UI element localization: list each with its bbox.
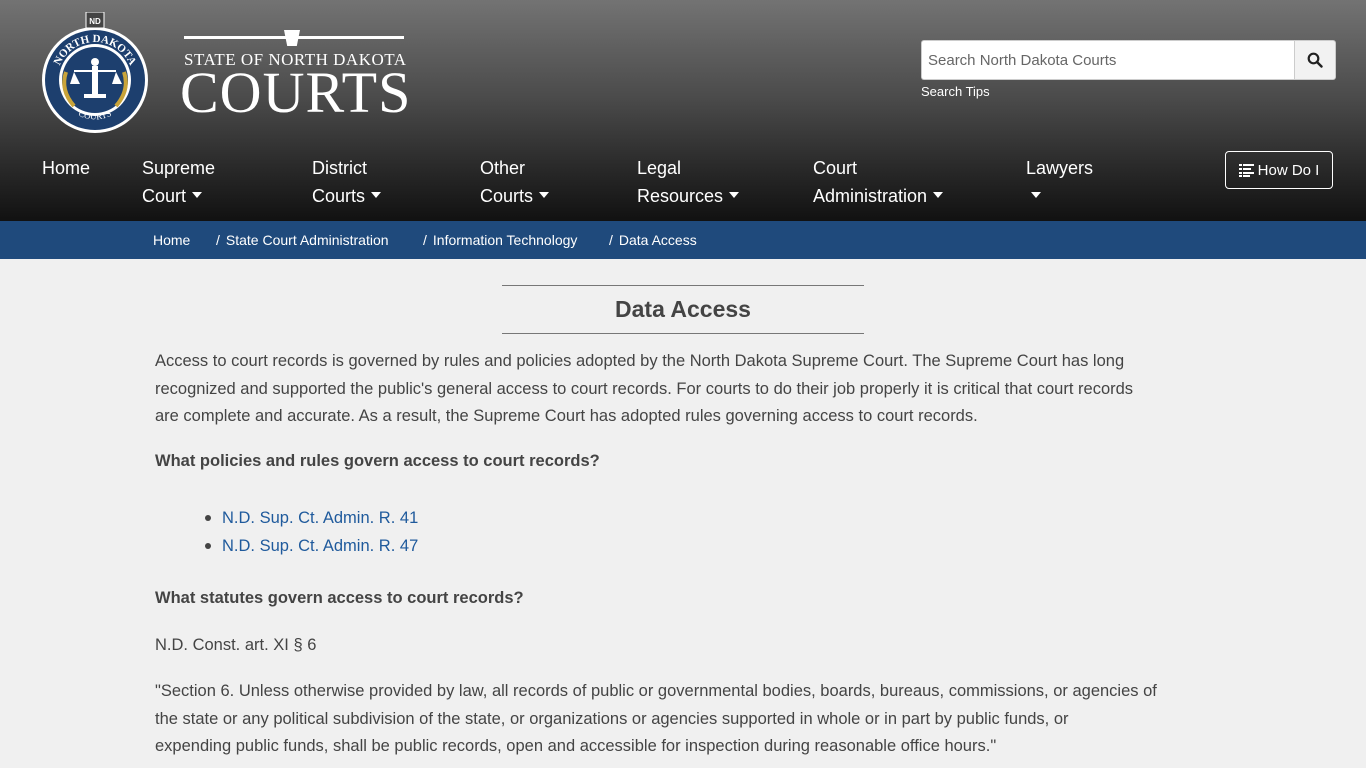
- nav-other-courts[interactable]: Other Courts: [480, 154, 550, 210]
- breadcrumb: Home / State Court Administration / Inform…: [0, 221, 1366, 259]
- wordmark-notch: [284, 30, 300, 46]
- main-content: Data Access Access to court records is g…: [0, 259, 1366, 768]
- constitution-quote: "Section 6. Unless otherwise provided by…: [155, 682, 1157, 755]
- nav-court-administration[interactable]: Court Administration: [813, 154, 944, 210]
- site-header: ND NORTH DAKOTA COURTS STATE OF NORTH DA…: [0, 0, 1366, 221]
- nav-district-courts[interactable]: District Courts: [312, 154, 382, 210]
- breadcrumb-home[interactable]: Home: [153, 232, 190, 248]
- nav-supreme-court[interactable]: Supreme Court: [142, 154, 215, 210]
- align-left-icon: [1238, 164, 1254, 177]
- page-title-box: Data Access: [502, 285, 864, 334]
- breadcrumb-information-technology[interactable]: / Information Technology: [423, 232, 577, 248]
- caret-down-icon: [933, 192, 944, 199]
- nav-label: Lawyers: [1026, 158, 1094, 178]
- nav-label: Court: [813, 158, 858, 178]
- bullet-icon: [205, 515, 211, 521]
- seal-badge-text: ND: [89, 17, 101, 26]
- nav-label: Supreme: [142, 158, 216, 178]
- nav-label: Courts: [312, 186, 366, 206]
- how-do-i-button[interactable]: How Do I: [1225, 151, 1333, 189]
- search-bar: [921, 40, 1336, 80]
- bullet-icon: [205, 543, 211, 549]
- nav-label: Resources: [637, 186, 724, 206]
- wordmark-courts: COURTS: [180, 60, 412, 125]
- search-input[interactable]: [921, 40, 1294, 80]
- caret-down-icon: [729, 192, 740, 199]
- search-icon: [1307, 52, 1323, 68]
- nav-legal-resources[interactable]: Legal Resources: [637, 154, 740, 210]
- statute-citation: N.D. Const. art. XI § 6: [155, 636, 317, 654]
- caret-down-icon: [371, 192, 382, 199]
- breadcrumb-state-court-administration[interactable]: / State Court Administration: [216, 232, 389, 248]
- nav-lawyers[interactable]: Lawyers: [1026, 154, 1093, 210]
- nav-home[interactable]: Home: [42, 154, 90, 182]
- nav-label: Legal: [637, 158, 682, 178]
- nav-label: Other: [480, 158, 526, 178]
- search-button[interactable]: [1294, 40, 1336, 80]
- page-title: Data Access: [615, 296, 751, 322]
- rules-list: N.D. Sup. Ct. Admin. R. 41 N.D. Sup. Ct.…: [205, 504, 418, 560]
- how-do-i-label: How Do I: [1257, 161, 1320, 179]
- rule-41-link[interactable]: N.D. Sup. Ct. Admin. R. 41: [205, 504, 418, 532]
- caret-down-icon: [192, 192, 203, 199]
- question-policies-heading: What policies and rules govern access to…: [155, 452, 600, 470]
- intro-paragraph: Access to court records is governed by r…: [155, 352, 1134, 425]
- nav-label: District: [312, 158, 367, 178]
- rule-47-link[interactable]: N.D. Sup. Ct. Admin. R. 47: [205, 532, 418, 560]
- nav-label: Home: [42, 158, 91, 178]
- breadcrumb-data-access: / Data Access: [609, 232, 697, 248]
- nav-label: Courts: [480, 186, 534, 206]
- caret-down-icon: [539, 192, 550, 199]
- caret-down-icon: [1031, 192, 1041, 199]
- search-tips-link[interactable]: Search Tips: [921, 84, 990, 99]
- nav-label: Court: [142, 186, 187, 206]
- question-statutes-heading: What statutes govern access to court rec…: [155, 589, 524, 607]
- site-wordmark[interactable]: STATE OF NORTH DAKOTA COURTS: [180, 30, 412, 125]
- court-seal-logo[interactable]: ND NORTH DAKOTA COURTS: [40, 11, 150, 134]
- nav-label: Administration: [813, 186, 928, 206]
